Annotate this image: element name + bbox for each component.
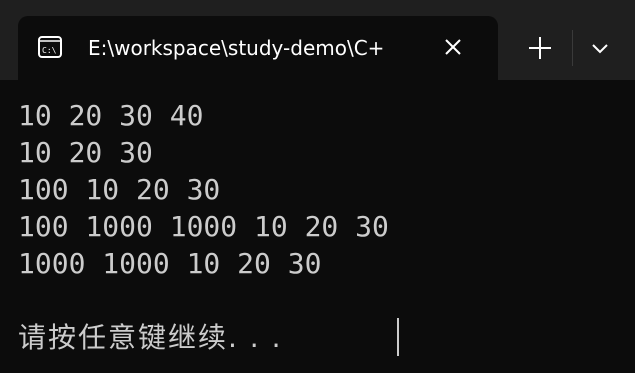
chevron-down-icon xyxy=(592,44,608,54)
svg-text:C:\: C:\ xyxy=(42,46,57,55)
output-line: 1000 1000 10 20 30 xyxy=(18,247,322,280)
pause-prompt: 请按任意键继续. . . xyxy=(18,321,283,354)
console-output[interactable]: 10 20 30 40 10 20 30 100 10 20 30 100 10… xyxy=(0,80,635,373)
output-line: 100 1000 1000 10 20 30 xyxy=(18,210,389,243)
profiles-dropdown-button[interactable] xyxy=(580,30,620,66)
toolbar-divider xyxy=(572,30,573,66)
terminal-icon: C:\ xyxy=(38,36,62,58)
output-line: 100 10 20 30 xyxy=(18,173,221,206)
tab-title: E:\workspace\study-demo\C+ xyxy=(88,36,385,60)
new-tab-button[interactable] xyxy=(520,30,560,66)
close-icon[interactable] xyxy=(442,36,464,58)
terminal-tab[interactable]: C:\ E:\workspace\study-demo\C+ xyxy=(18,16,498,80)
terminal-window: C:\ E:\workspace\study-demo\C+ 10 20 30 … xyxy=(0,0,635,373)
plus-icon xyxy=(529,37,551,59)
text-cursor xyxy=(397,318,399,356)
output-line: 10 20 30 xyxy=(18,136,153,169)
title-bar: C:\ E:\workspace\study-demo\C+ xyxy=(0,0,635,80)
output-line: 10 20 30 40 xyxy=(18,99,204,132)
